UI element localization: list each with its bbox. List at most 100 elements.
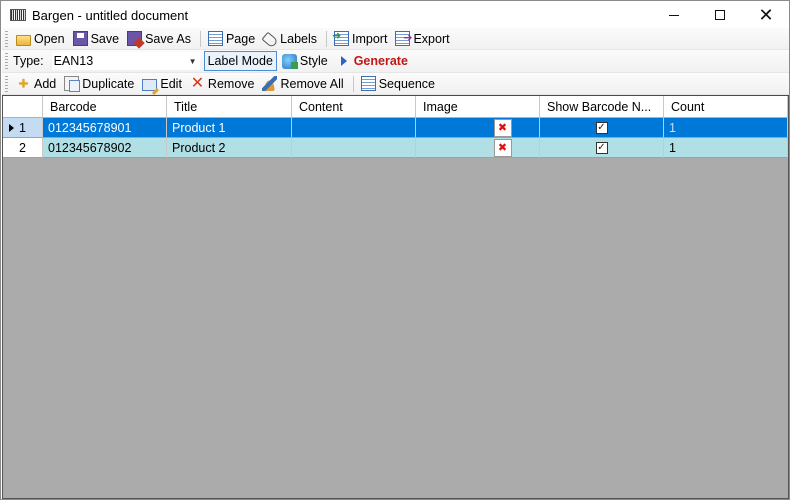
sequence-label: Sequence — [378, 76, 436, 91]
row-header-corner[interactable] — [3, 96, 43, 118]
image-cell[interactable]: ✖ — [416, 138, 540, 158]
import-icon — [332, 29, 350, 46]
save-as-label: Save As — [145, 31, 191, 46]
checkbox-checked[interactable]: ✓ — [595, 121, 608, 134]
content-cell[interactable] — [292, 118, 416, 138]
duplicate-button[interactable]: Duplicate — [61, 74, 137, 94]
barcode-cell[interactable]: 012345678902 — [43, 138, 167, 158]
barcode-type-select[interactable]: EAN13 ▼ — [51, 52, 200, 70]
minimize-icon — [669, 14, 679, 16]
page-button[interactable]: Page — [205, 29, 258, 49]
labels-label: Labels — [280, 31, 318, 46]
file-toolbar: Open Save Save As Page Labels Import Exp… — [2, 28, 789, 50]
image-cell[interactable]: ✖ — [416, 118, 540, 138]
edit-icon — [142, 78, 158, 91]
floppy-save-icon — [72, 31, 88, 46]
remove-all-button[interactable]: Remove All — [259, 74, 346, 94]
remove-label: Remove — [207, 76, 255, 91]
show-barcode-number-cell[interactable]: ✓ — [540, 118, 664, 138]
maximize-icon — [715, 10, 725, 20]
column-header-title[interactable]: Title — [167, 96, 292, 118]
column-header-image[interactable]: Image — [416, 96, 540, 118]
current-row-arrow-icon — [9, 123, 14, 132]
save-button[interactable]: Save — [70, 29, 123, 49]
add-button[interactable]: + Add — [13, 74, 59, 94]
folder-open-icon — [16, 34, 31, 46]
close-icon: ✕ — [758, 5, 774, 25]
sequence-button[interactable]: Sequence — [358, 74, 438, 94]
rows-toolbar: + Add Duplicate Edit ✕ Remove Remove All… — [2, 73, 789, 95]
labels-button[interactable]: Labels — [260, 29, 320, 49]
count-cell[interactable]: 1 — [664, 118, 788, 138]
row-number: 2 — [19, 140, 26, 155]
checkbox-checked[interactable]: ✓ — [595, 141, 608, 154]
column-header-count[interactable]: Count — [664, 96, 788, 118]
column-header-content[interactable]: Content — [292, 96, 416, 118]
content-cell[interactable] — [292, 138, 416, 158]
toolbar-separator — [326, 30, 328, 47]
grid-header: Barcode Title Content Image Show Barcode… — [3, 96, 788, 118]
duplicate-label: Duplicate — [82, 76, 135, 91]
play-icon — [340, 56, 347, 66]
minimize-button[interactable] — [651, 1, 697, 29]
remove-button[interactable]: ✕ Remove — [187, 74, 258, 94]
toolbar-grip[interactable] — [5, 53, 8, 69]
sequence-icon — [360, 76, 376, 91]
barcode-app-icon — [10, 9, 26, 21]
window-title: Bargen - untitled document — [32, 7, 189, 23]
generate-label: Generate — [353, 54, 408, 68]
row-header[interactable]: 1 — [3, 118, 43, 138]
toolbar-grip[interactable] — [5, 30, 8, 47]
barcode-cell[interactable]: 012345678901 — [43, 118, 167, 138]
import-label: Import — [352, 31, 388, 46]
title-cell[interactable]: Product 2 — [167, 138, 292, 158]
open-button[interactable]: Open — [13, 29, 68, 49]
generate-button[interactable]: Generate — [333, 51, 411, 71]
save-as-icon — [127, 31, 143, 46]
title-cell[interactable]: Product 1 — [167, 118, 292, 138]
page-icon — [207, 31, 223, 46]
type-label: Type: — [13, 54, 44, 68]
toolbar-separator — [352, 75, 354, 92]
broken-image-icon: ✖ — [493, 118, 512, 137]
edit-label: Edit — [160, 76, 182, 91]
chevron-down-icon[interactable]: ▼ — [189, 57, 197, 66]
window-controls: ✕ — [651, 1, 789, 29]
edit-button[interactable]: Edit — [139, 74, 185, 94]
show-barcode-number-cell[interactable]: ✓ — [540, 138, 664, 158]
row-number: 1 — [19, 120, 26, 135]
title-bar: Bargen - untitled document ✕ — [1, 1, 789, 29]
close-button[interactable]: ✕ — [743, 1, 789, 29]
count-cell[interactable]: 1 — [664, 138, 788, 158]
export-button[interactable]: Export — [392, 29, 452, 49]
broken-image-icon: ✖ — [493, 138, 512, 157]
red-x-icon: ✕ — [190, 75, 205, 92]
open-label: Open — [34, 31, 65, 46]
save-label: Save — [90, 31, 120, 46]
maximize-button[interactable] — [697, 1, 743, 29]
table-row[interactable]: 2 012345678902 Product 2 ✖ ✓ 1 — [3, 138, 788, 158]
label-mode-label: Label Mode — [207, 54, 273, 68]
toolbar-grip[interactable] — [5, 75, 8, 92]
page-label: Page — [225, 31, 256, 46]
plus-icon: + — [18, 74, 29, 93]
row-header[interactable]: 2 — [3, 138, 43, 158]
barcode-data-grid[interactable]: Barcode Title Content Image Show Barcode… — [2, 95, 789, 499]
style-label: Style — [299, 54, 328, 68]
duplicate-icon — [64, 76, 81, 92]
type-toolbar: Type: EAN13 ▼ Label Mode Style Generate — [2, 50, 789, 73]
export-label: Export — [413, 31, 450, 46]
broom-icon — [262, 76, 278, 91]
app-window: Bargen - untitled document ✕ Open Save S… — [0, 0, 790, 500]
table-row[interactable]: 1 012345678901 Product 1 ✖ ✓ 1 — [3, 118, 788, 138]
toolbar-separator — [199, 30, 201, 47]
column-header-barcode[interactable]: Barcode — [43, 96, 167, 118]
import-button[interactable]: Import — [331, 29, 390, 49]
save-as-button[interactable]: Save As — [124, 29, 194, 49]
remove-all-label: Remove All — [280, 76, 344, 91]
style-button[interactable]: Style — [279, 51, 331, 71]
style-icon — [281, 53, 298, 69]
label-mode-button[interactable]: Label Mode — [203, 51, 277, 71]
column-header-show-barcode-number[interactable]: Show Barcode N... — [540, 96, 664, 118]
barcode-type-value: EAN13 — [53, 54, 94, 68]
